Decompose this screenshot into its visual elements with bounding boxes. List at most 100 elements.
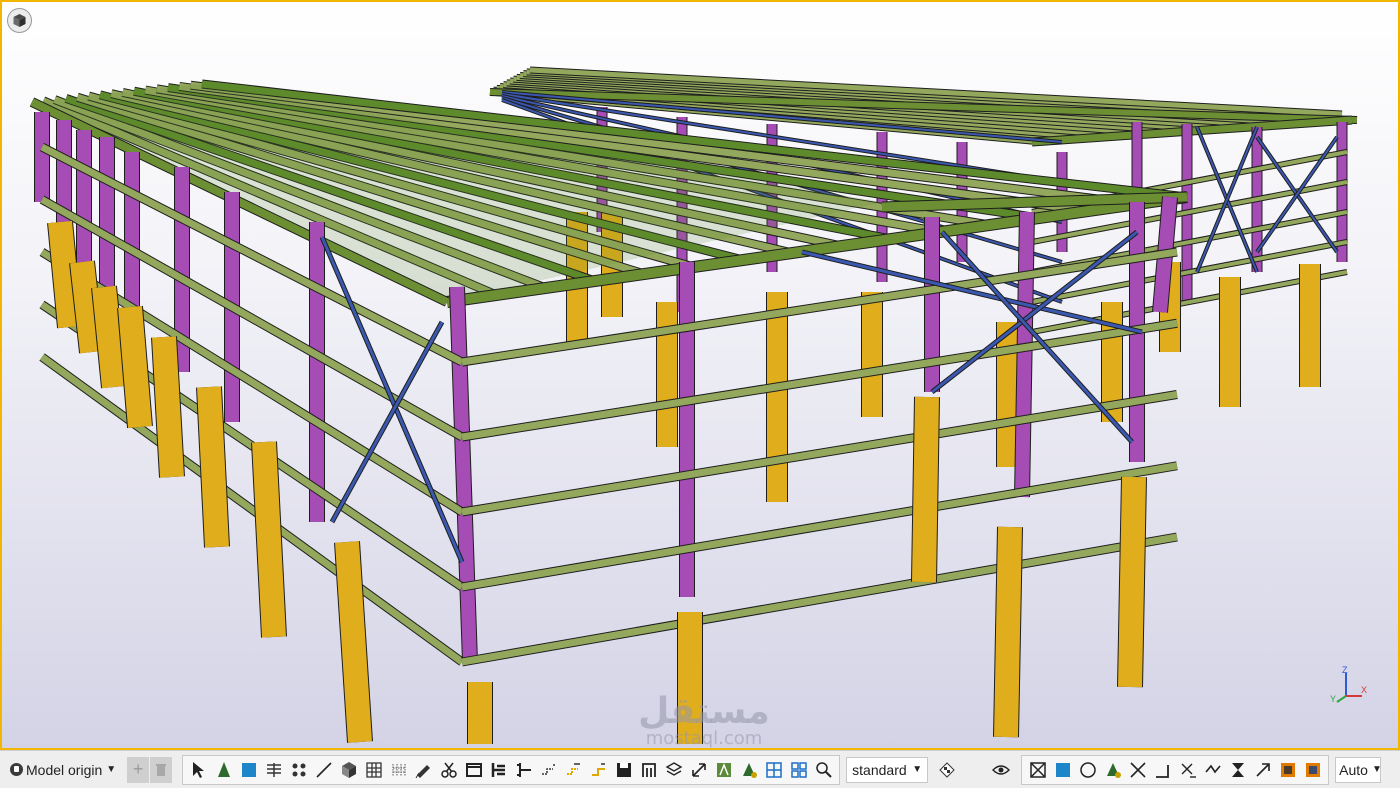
axis-label-x: X: [1361, 685, 1367, 695]
view-cube-button[interactable]: [7, 8, 32, 33]
steel-structure-model[interactable]: [2, 2, 1398, 748]
front-end-girt[interactable]: [461, 462, 1178, 591]
front-footing[interactable]: [197, 386, 229, 548]
select-scissors-button[interactable]: [437, 758, 461, 782]
select-grid-button[interactable]: [362, 758, 386, 782]
snap-circle-button[interactable]: [1076, 758, 1100, 782]
snap-triangle-button[interactable]: [1101, 758, 1125, 782]
front-footing[interactable]: [912, 396, 939, 583]
select-grid-blue2-button[interactable]: [787, 758, 811, 782]
front-footing[interactable]: [252, 441, 286, 638]
axis-label-z: Z: [1342, 665, 1348, 675]
snap-box-x-button[interactable]: [1026, 758, 1050, 782]
wave-icon: [1205, 764, 1221, 773]
zoom-mode-dropdown[interactable]: Auto ▼: [1335, 756, 1382, 783]
x-line-icon: [1181, 763, 1196, 778]
model-origin-dropdown[interactable]: Model origin ▼: [8, 757, 121, 783]
front-footing[interactable]: [994, 526, 1022, 738]
front-footing[interactable]: [1118, 476, 1146, 688]
triangle-icon: [1106, 762, 1121, 778]
chevron-down-icon: ▼: [106, 764, 117, 775]
snap-icon: [541, 763, 556, 775]
chevron-down-icon: ▼: [1371, 764, 1382, 775]
select-snap-angle-button[interactable]: [587, 758, 611, 782]
front-footing[interactable]: [70, 260, 104, 354]
snap-x-line-button[interactable]: [1176, 758, 1200, 782]
select-triangle-button[interactable]: [737, 758, 761, 782]
snap-square-button[interactable]: [1051, 758, 1075, 782]
select-frame-button[interactable]: [462, 758, 486, 782]
model-viewport[interactable]: Z X Y مستقل mostaql.com: [0, 0, 1400, 750]
transparency-button[interactable]: [935, 758, 959, 782]
front-footing[interactable]: [118, 306, 152, 428]
select-snap-yellow-button[interactable]: [562, 758, 586, 782]
globe-icon: [10, 763, 23, 776]
square-icon: [1055, 762, 1070, 777]
add-origin-button[interactable]: +: [127, 756, 150, 783]
hourglass-icon: [1231, 762, 1244, 777]
view-style-dropdown[interactable]: standard ▼: [846, 756, 929, 783]
front-footing[interactable]: [48, 220, 82, 329]
model-origin-label: Model origin: [26, 761, 103, 778]
select-snap-button[interactable]: [537, 758, 561, 782]
grid-lines-icon: [266, 762, 281, 777]
delete-origin-button[interactable]: [150, 756, 173, 783]
snap-wave-button[interactable]: [1201, 758, 1225, 782]
select-dots-button[interactable]: [287, 758, 311, 782]
square-icon: [241, 762, 256, 777]
visibility-button[interactable]: [989, 758, 1013, 782]
front-column[interactable]: [1015, 211, 1034, 498]
dots-icon: [292, 763, 306, 776]
axis-label-y: Y: [1330, 694, 1336, 704]
front-footing[interactable]: [335, 541, 372, 743]
select-rotate-button[interactable]: [687, 758, 711, 782]
rotate-icon: [691, 762, 706, 777]
snap-square-dotted-button[interactable]: [1301, 758, 1325, 782]
snap-angle-icon: [591, 762, 605, 776]
select-arrow-button[interactable]: [187, 758, 211, 782]
select-beam-button[interactable]: [487, 758, 511, 782]
front-column[interactable]: [450, 286, 477, 663]
select-toolbar: [182, 754, 841, 785]
line-icon: [316, 761, 332, 778]
select-zoom-button[interactable]: [812, 758, 836, 782]
select-pencil-button[interactable]: [412, 758, 436, 782]
select-grid-blue-button[interactable]: [762, 758, 786, 782]
select-weld-button[interactable]: [512, 758, 536, 782]
select-square-button[interactable]: [237, 758, 261, 782]
select-bracket-button[interactable]: [637, 758, 661, 782]
layers-icon: [665, 761, 683, 776]
snap-arrow-diagonal-button[interactable]: [1251, 758, 1275, 782]
frame-icon: [465, 762, 482, 777]
snap-yellow-icon: [566, 762, 580, 775]
x-icon: [1130, 761, 1146, 778]
front-end-girt[interactable]: [461, 391, 1178, 516]
zoom-icon: [815, 761, 832, 778]
select-cube-button[interactable]: [337, 758, 361, 782]
select-save-button[interactable]: [612, 758, 636, 782]
grid-blue-icon: [765, 761, 782, 778]
weld-icon: [516, 762, 531, 777]
select-mesh-button[interactable]: [712, 758, 736, 782]
snap-square-orange-button[interactable]: [1276, 758, 1300, 782]
front-footing[interactable]: [92, 285, 126, 389]
checker-icon: [938, 761, 955, 778]
snap-hourglass-button[interactable]: [1226, 758, 1250, 782]
bracket-icon: [641, 762, 656, 777]
select-line-button[interactable]: [312, 758, 336, 782]
cube-icon: [341, 761, 356, 778]
select-cone-button[interactable]: [212, 758, 236, 782]
snap-corner-button[interactable]: [1151, 758, 1175, 782]
snap-x-button[interactable]: [1126, 758, 1150, 782]
trash-icon: [156, 763, 167, 776]
select-hatch-button[interactable]: [387, 758, 411, 782]
snap-toolbar: [1021, 754, 1330, 785]
front-footing[interactable]: [152, 336, 184, 478]
select-layers-button[interactable]: [662, 758, 686, 782]
bottom-toolbar: Model origin ▼ + standard ▼ Auto ▼: [0, 750, 1400, 788]
select-grid-lines-button[interactable]: [262, 758, 286, 782]
front-end-girt[interactable]: [461, 533, 1178, 666]
mesh-icon: [716, 762, 731, 777]
grid-icon: [366, 761, 382, 778]
beam-icon: [491, 762, 505, 777]
